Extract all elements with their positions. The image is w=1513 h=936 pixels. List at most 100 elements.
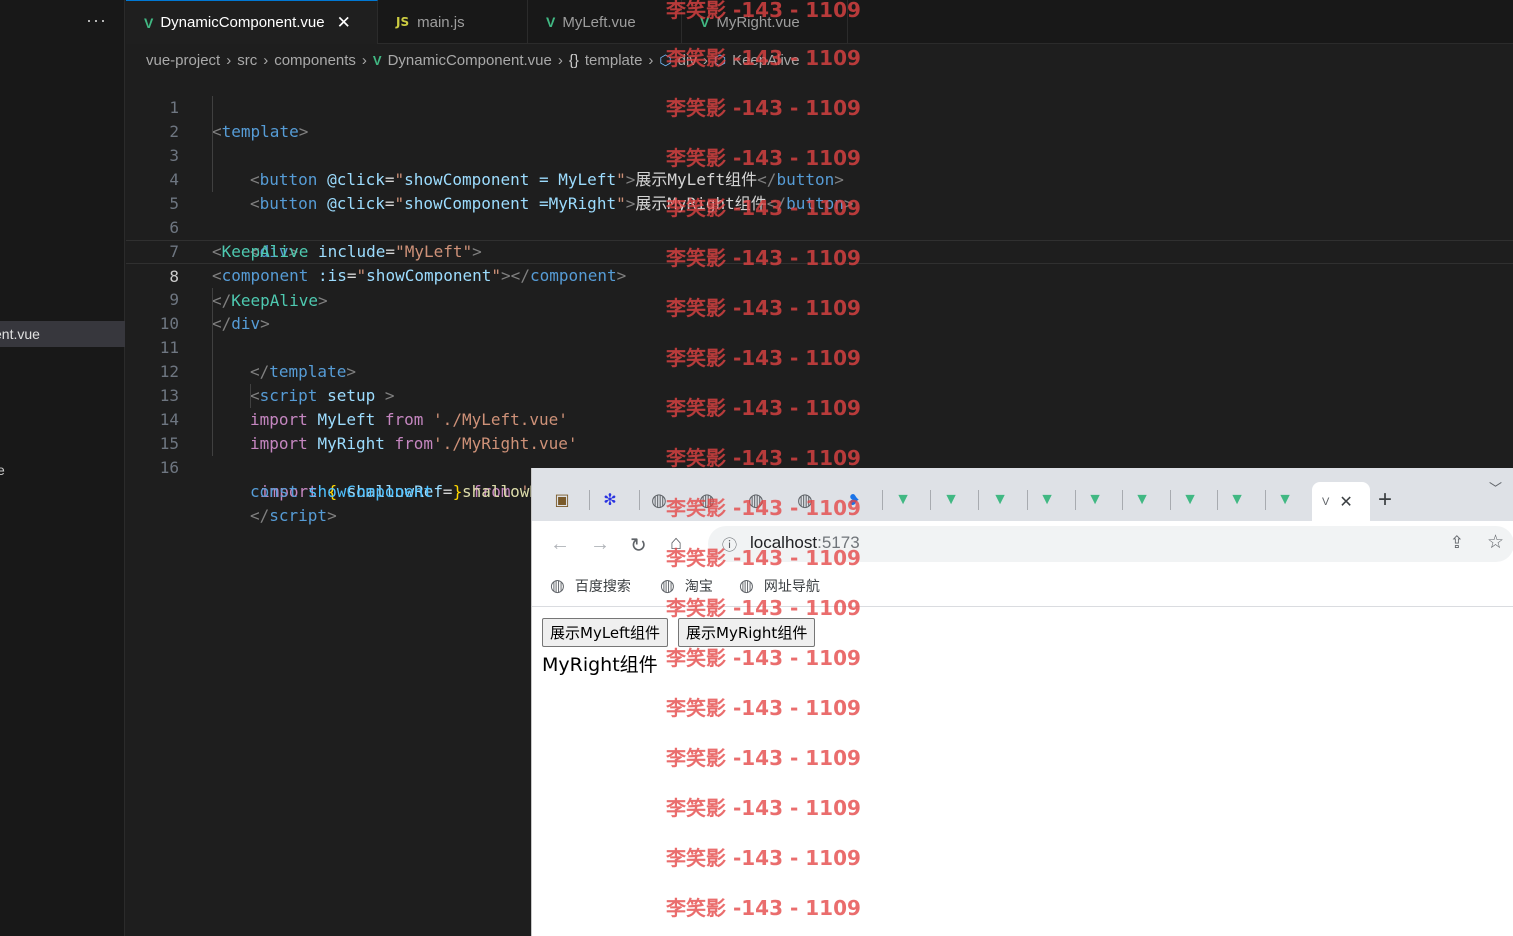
home-button[interactable]: ⌂ xyxy=(670,532,682,555)
browser-window: ▣ ✻ ◍ ◍ ◍ ◍ ❥ ▼ ▼ ▼ ▼ ▼ ▼ ▼ ▼ ▼ V ✕ + ﹀ … xyxy=(531,468,1513,936)
image-tab-icon[interactable]: ▣ xyxy=(551,489,573,511)
breadcrumb-item[interactable]: vue-project xyxy=(146,52,220,69)
globe-icon: ◍ xyxy=(660,576,675,596)
breadcrumb: vue-project › src › components › V Dynam… xyxy=(146,48,800,72)
cube-icon: ⬡ xyxy=(659,51,672,68)
code-token: = xyxy=(442,482,453,501)
code-line[interactable]: 11 <script setup > xyxy=(126,312,1513,405)
code-line[interactable]: 5 <div> xyxy=(126,168,1513,261)
code-line[interactable]: 12 import MyLeft from './MyLeft.vue' xyxy=(126,336,1513,429)
code-token: script xyxy=(269,506,328,525)
show-myleft-button[interactable]: 展示MyLeft组件 xyxy=(542,618,669,647)
address-bar[interactable]: ⓘ localhost:5173 ⇪ ☆ xyxy=(708,526,1513,562)
more-actions-icon[interactable]: ··· xyxy=(86,10,107,31)
bookmarks-bar: ◍ 百度搜索 ◍ 淘宝 ◍ 网址导航 xyxy=(532,569,1513,607)
active-tab-title: V xyxy=(1322,495,1330,508)
tab-label: MyRight.vue xyxy=(716,13,800,31)
vue-file-icon: V xyxy=(700,14,710,30)
info-icon[interactable]: ⓘ xyxy=(722,534,737,555)
explorer-sidebar: ··· ent.vue e xyxy=(0,0,125,936)
address-url: localhost:5173 xyxy=(750,533,860,553)
back-button[interactable]: ← xyxy=(550,533,570,556)
bookmark-taobao[interactable]: ◍ 淘宝 xyxy=(660,576,713,596)
vue-tab-icon[interactable]: ▼ xyxy=(989,489,1011,511)
js-file-icon: JS xyxy=(396,15,410,29)
tab-main-js[interactable]: JS main.js xyxy=(378,0,528,44)
close-icon[interactable]: ✕ xyxy=(337,13,351,33)
globe-icon[interactable]: ◍ xyxy=(745,489,767,511)
bookmark-url-nav[interactable]: ◍ 网址导航 xyxy=(739,576,820,596)
code-line[interactable]: 3 <button @click="showComponent =MyRight… xyxy=(126,120,1513,213)
url-port: :5173 xyxy=(817,533,860,552)
vue-tab-icon[interactable]: ▼ xyxy=(940,489,962,511)
breadcrumb-item[interactable]: template xyxy=(585,52,643,69)
chevron-right-icon: › xyxy=(648,51,654,69)
reload-button[interactable]: ↻ xyxy=(630,533,647,558)
code-line[interactable]: 4 xyxy=(126,144,1513,189)
chevron-right-icon: › xyxy=(702,51,708,69)
code-line[interactable]: 14 import { shallowRef } from 'vue' xyxy=(126,384,1513,501)
editor-tab-bar: V DynamicComponent.vue ✕ JS main.js V My… xyxy=(126,0,1513,44)
vue-tab-icon[interactable]: ▼ xyxy=(1131,489,1153,511)
explorer-file-item[interactable]: e xyxy=(0,462,5,478)
breadcrumb-item[interactable]: KeepAlive xyxy=(732,52,800,69)
vue-tab-icon[interactable]: ▼ xyxy=(1179,489,1201,511)
globe-icon[interactable]: ◍ xyxy=(696,489,718,511)
page-viewport: 展示MyLeft组件 展示MyRight组件 MyRight组件 xyxy=(532,608,1513,936)
code-line[interactable]: 16 </script> xyxy=(126,432,1513,525)
code-line[interactable]: 1 <template> xyxy=(126,72,1513,141)
baidu-paw-icon[interactable]: ✻ xyxy=(599,489,621,511)
vue-tab-icon[interactable]: ▼ xyxy=(1036,489,1058,511)
globe-icon: ◍ xyxy=(739,576,754,596)
code-line[interactable]: 7 <component :is="showComponent"></compo… xyxy=(126,216,1513,285)
globe-icon: ◍ xyxy=(550,576,565,596)
tab-label: main.js xyxy=(417,13,465,31)
browser-active-tab[interactable]: V ✕ xyxy=(1312,482,1370,521)
code-token: const xyxy=(250,482,299,501)
code-line[interactable]: 15 const showComponent = shallowRef(MyLe… xyxy=(126,408,1513,501)
tab-myright-vue[interactable]: V MyRight.vue xyxy=(682,0,848,44)
code-line[interactable]: 2 <button @click="showComponent = MyLeft… xyxy=(126,96,1513,189)
code-token: showComponent xyxy=(307,482,434,501)
star-icon[interactable]: ☆ xyxy=(1487,531,1504,554)
bookmark-baidu-search[interactable]: ◍ 百度搜索 xyxy=(550,576,631,596)
bookmark-label: 百度搜索 xyxy=(574,579,631,595)
new-tab-button[interactable]: + xyxy=(1378,486,1392,514)
forward-button[interactable]: → xyxy=(590,533,610,556)
code-line[interactable]: 13 import MyRight from'./MyRight.vue' xyxy=(126,360,1513,453)
breadcrumb-item[interactable]: DynamicComponent.vue xyxy=(388,52,552,69)
vue-tab-icon[interactable]: ▼ xyxy=(892,489,914,511)
tab-label: DynamicComponent.vue xyxy=(160,14,325,31)
close-icon[interactable]: ✕ xyxy=(1339,492,1352,512)
chevron-right-icon: › xyxy=(361,51,367,69)
breadcrumb-item[interactable]: src xyxy=(237,52,257,69)
cube-icon: ⬡ xyxy=(713,51,727,68)
tab-label: MyLeft.vue xyxy=(562,13,636,31)
explorer-file-item-selected[interactable]: ent.vue xyxy=(0,321,125,347)
globe-icon[interactable]: ◍ xyxy=(648,489,670,511)
bookmark-label: 淘宝 xyxy=(684,579,713,595)
vue-file-icon: V xyxy=(144,14,154,31)
breadcrumb-item[interactable]: div xyxy=(678,52,697,69)
show-myright-button[interactable]: 展示MyRight组件 xyxy=(678,618,816,647)
code-line-current[interactable]: 8 </KeepAlive> xyxy=(126,240,1513,310)
code-line[interactable]: 10 </template> xyxy=(126,288,1513,381)
breadcrumb-item[interactable]: components xyxy=(274,52,356,69)
share-icon[interactable]: ⇪ xyxy=(1450,533,1464,553)
vue-tab-icon[interactable]: ▼ xyxy=(1226,489,1248,511)
tab-myleft-vue[interactable]: V MyLeft.vue xyxy=(528,0,682,44)
feather-icon[interactable]: ❥ xyxy=(843,489,865,511)
vue-tab-icon[interactable]: ▼ xyxy=(1084,489,1106,511)
chevron-down-icon[interactable]: ﹀ xyxy=(1489,478,1502,497)
component-output-text: MyRight组件 xyxy=(542,654,658,676)
code-line[interactable]: 6 <KeepAlive include="MyLeft"> xyxy=(126,192,1513,261)
chevron-right-icon: › xyxy=(557,51,563,69)
tab-dynamic-component[interactable]: V DynamicComponent.vue ✕ xyxy=(126,0,378,44)
code-line[interactable]: 9 </div> xyxy=(126,264,1513,333)
vue-tab-icon[interactable]: ▼ xyxy=(1274,489,1296,511)
url-host: localhost xyxy=(750,533,818,552)
line-number: 16 xyxy=(159,458,179,477)
globe-icon[interactable]: ◍ xyxy=(794,489,816,511)
braces-icon: {} xyxy=(568,51,579,69)
vue-file-icon: V xyxy=(372,52,382,68)
